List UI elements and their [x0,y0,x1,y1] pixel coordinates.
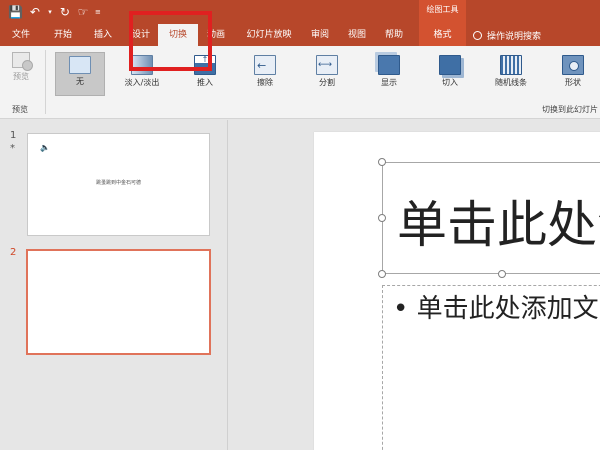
tab-file[interactable]: 文件 [8,24,34,46]
customize-qat-icon[interactable]: ≡ [95,4,101,20]
tab-transitions[interactable]: 切换 [158,24,198,46]
reveal-transition-icon [378,55,400,75]
preview-button-label: 预览 [13,72,29,81]
slide-editor: 单击此处添 • 单击此处添加文 [229,120,600,450]
context-tools-label: 绘图工具 [419,0,466,24]
content-placeholder[interactable]: • 单击此处添加文 [382,285,600,450]
transition-shape[interactable]: 形状 [548,52,598,96]
tab-view[interactable]: 视图 [345,24,369,46]
ribbon: 预览 预览 无 淡入/淡出 推入 擦除 分割 显示 切入 随机线条 形状 切换到… [0,46,600,119]
tab-review[interactable]: 审阅 [308,24,332,46]
tab-insert[interactable]: 插入 [90,24,116,46]
slide-canvas[interactable]: 单击此处添 • 单击此处添加文 [314,132,600,450]
speaker-icon: 🔈 [40,143,50,152]
none-transition-icon [69,56,91,74]
transition-group-label: 切换到此幻灯片 [542,105,598,114]
thumbnail-text: 跳蚤跳到中金石可德 [95,180,141,186]
slide-thumbnail-2[interactable] [26,249,211,355]
redo-icon[interactable]: ↻ [59,4,71,20]
tab-slideshow[interactable]: 幻灯片放映 [243,24,295,46]
transition-label: 显示 [381,78,397,87]
transition-split[interactable]: 分割 [302,52,352,96]
tab-help[interactable]: 帮助 [382,24,406,46]
transition-reveal[interactable]: 显示 [364,52,414,96]
title-bar: 💾 ↶ ▾ ↻ ☞ ≡ 绘图工具 [0,0,600,24]
touch-mode-icon[interactable]: ☞ [77,4,89,20]
slide-thumbnails-pane[interactable]: 1 * 🔈 跳蚤跳到中金石可德 2 [0,120,228,450]
undo-dropdown-icon[interactable]: ▾ [47,4,53,20]
transition-label: 形状 [565,78,581,87]
slide-number: 1 [10,130,17,141]
resize-handle[interactable] [378,214,386,222]
wipe-transition-icon [254,55,276,75]
fade-transition-icon [131,55,153,75]
split-transition-icon [316,55,338,75]
tab-design[interactable]: 设计 [127,24,155,46]
quick-access-toolbar: 💾 ↶ ▾ ↻ ☞ ≡ [8,4,101,20]
slide-thumbnail-1[interactable]: 🔈 跳蚤跳到中金石可德 [27,133,210,236]
transition-label: 推入 [197,78,213,87]
content-placeholder-text: • 单击此处添加文 [393,294,599,324]
cut-transition-icon [439,55,461,75]
slide-number: 2 [10,247,17,258]
save-icon[interactable]: 💾 [8,4,23,20]
resize-handle[interactable] [498,270,506,278]
transition-marker-icon: * [10,143,15,154]
tell-me-search[interactable]: 操作说明搜索 [473,24,541,46]
title-placeholder[interactable]: 单击此处添 [382,162,600,274]
transition-label: 切入 [442,78,458,87]
title-placeholder-text: 单击此处添 [397,196,600,254]
transition-fade[interactable]: 淡入/淡出 [117,52,167,96]
transition-none[interactable]: 无 [55,52,105,96]
transition-label: 擦除 [257,78,273,87]
transition-label: 无 [76,77,84,86]
ribbon-tabs: 文件 开始 插入 设计 切换 动画 幻灯片放映 审阅 视图 帮助 格式 操作说明… [0,24,600,46]
lightbulb-icon [473,30,482,40]
random-bars-transition-icon [500,55,522,75]
resize-handle[interactable] [378,158,386,166]
transition-label: 分割 [319,78,335,87]
preview-group-label: 预览 [12,105,28,114]
transition-random-bars[interactable]: 随机线条 [486,52,536,96]
tab-home[interactable]: 开始 [50,24,76,46]
group-separator [45,50,46,114]
shape-transition-icon [562,55,584,75]
tell-me-label: 操作说明搜索 [487,31,542,42]
push-transition-icon [194,55,216,75]
preview-button[interactable]: 预览 [6,50,36,96]
transition-label: 淡入/淡出 [124,78,160,87]
transition-wipe[interactable]: 擦除 [240,52,290,96]
preview-icon [12,52,33,71]
tab-animations[interactable]: 动画 [203,24,229,46]
transition-push[interactable]: 推入 [180,52,230,96]
resize-handle[interactable] [378,270,386,278]
tab-format[interactable]: 格式 [419,24,466,46]
undo-icon[interactable]: ↶ [29,4,41,20]
transition-cut[interactable]: 切入 [425,52,475,96]
transition-label: 随机线条 [495,78,527,87]
